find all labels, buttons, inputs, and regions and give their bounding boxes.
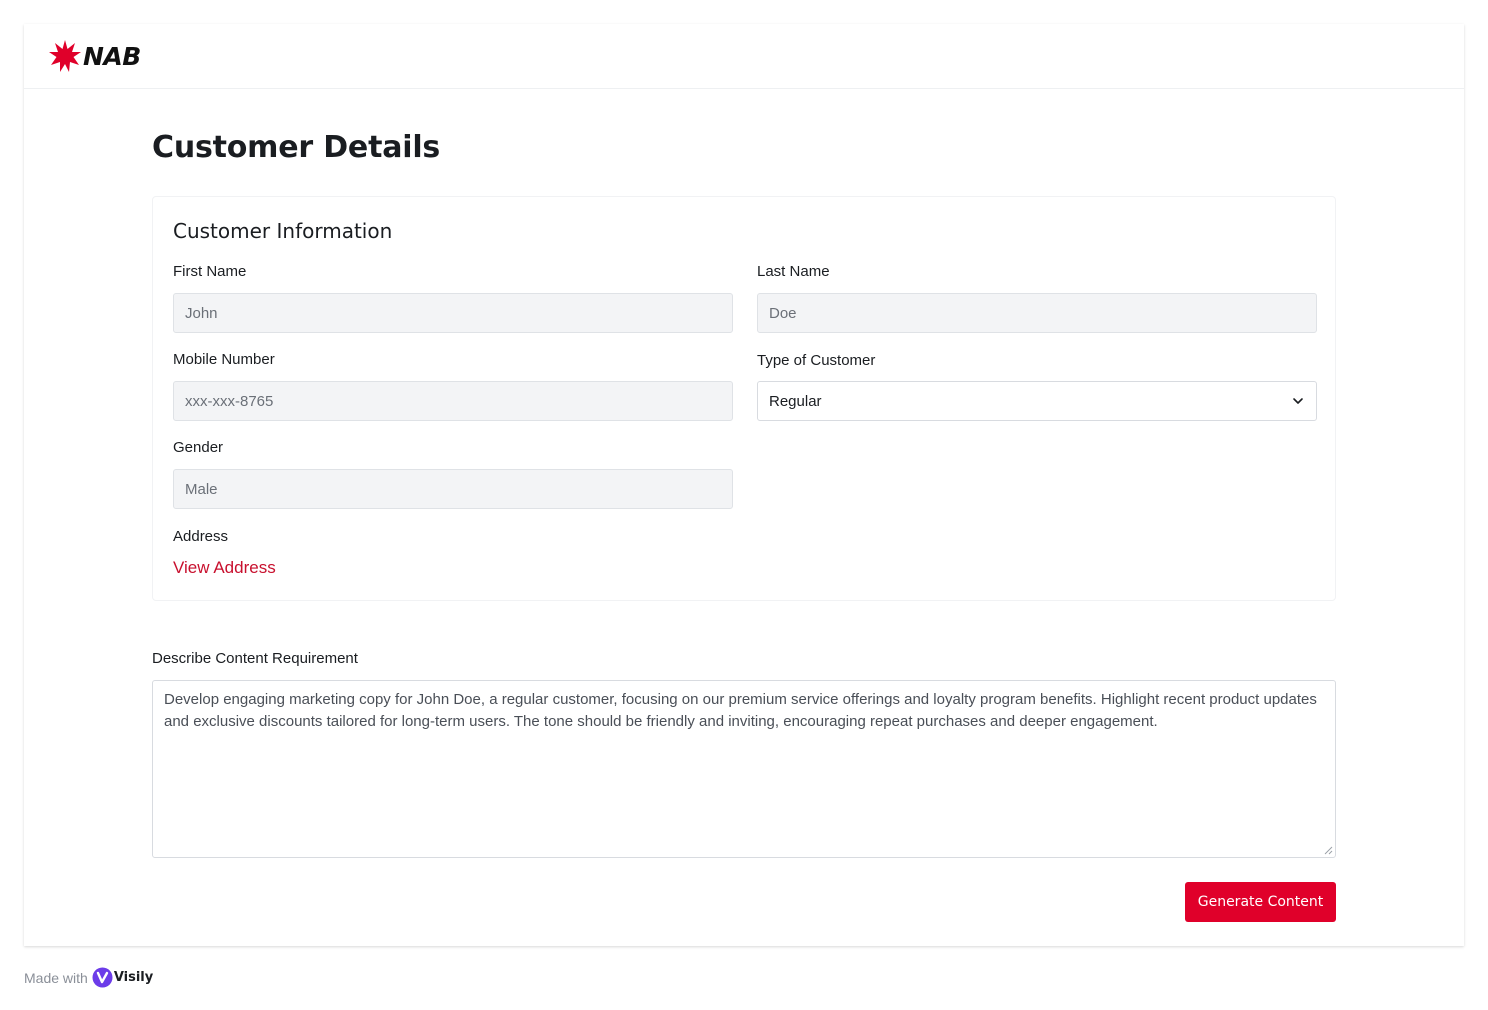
nab-star-icon bbox=[49, 40, 81, 72]
page-title: Customer Details bbox=[152, 130, 441, 165]
first-name-value: John bbox=[185, 304, 218, 322]
visily-logo-icon bbox=[92, 967, 113, 988]
top-bar: NAB bbox=[24, 24, 1464, 89]
resize-grip-icon[interactable] bbox=[1323, 845, 1333, 855]
customer-type-select[interactable]: Regular bbox=[757, 381, 1317, 421]
first-name-field[interactable]: John bbox=[173, 293, 733, 333]
mobile-number-field[interactable]: xxx-xxx-8765 bbox=[173, 381, 733, 421]
view-address-link[interactable]: View Address bbox=[173, 558, 276, 578]
main-content: Customer Details Customer Information Fi… bbox=[152, 130, 1336, 922]
first-name-label: First Name bbox=[173, 263, 247, 280]
gender-field[interactable]: Male bbox=[173, 469, 733, 509]
gender-value: Male bbox=[185, 480, 218, 498]
content-requirement-textarea[interactable]: Develop engaging marketing copy for John… bbox=[152, 680, 1336, 858]
visily-text: Visily bbox=[113, 970, 154, 985]
customer-type-label: Type of Customer bbox=[757, 352, 876, 369]
address-label: Address bbox=[173, 528, 229, 545]
content-requirement-text: Develop engaging marketing copy for John… bbox=[164, 691, 1317, 730]
mobile-number-label: Mobile Number bbox=[173, 351, 275, 368]
logo-text: NAB bbox=[83, 41, 141, 71]
gender-label: Gender bbox=[173, 439, 224, 456]
content-requirement-label: Describe Content Requirement bbox=[152, 650, 358, 667]
made-with-visily-badge[interactable]: Made with Visily bbox=[24, 967, 153, 988]
last-name-label: Last Name bbox=[757, 263, 830, 280]
last-name-value: Doe bbox=[769, 304, 797, 322]
nab-logo[interactable]: NAB bbox=[48, 39, 141, 73]
customer-info-card: Customer Information First Name John Las… bbox=[152, 196, 1336, 601]
section-title: Customer Information bbox=[173, 219, 393, 243]
made-with-text: Made with bbox=[24, 969, 88, 986]
mobile-number-value: xxx-xxx-8765 bbox=[185, 392, 274, 410]
customer-type-value: Regular bbox=[769, 392, 822, 410]
generate-content-button[interactable]: Generate Content bbox=[1185, 882, 1336, 922]
last-name-field[interactable]: Doe bbox=[757, 293, 1317, 333]
app-frame: NAB Customer Details Customer Informatio… bbox=[24, 24, 1464, 946]
chevron-down-icon bbox=[1293, 398, 1303, 404]
